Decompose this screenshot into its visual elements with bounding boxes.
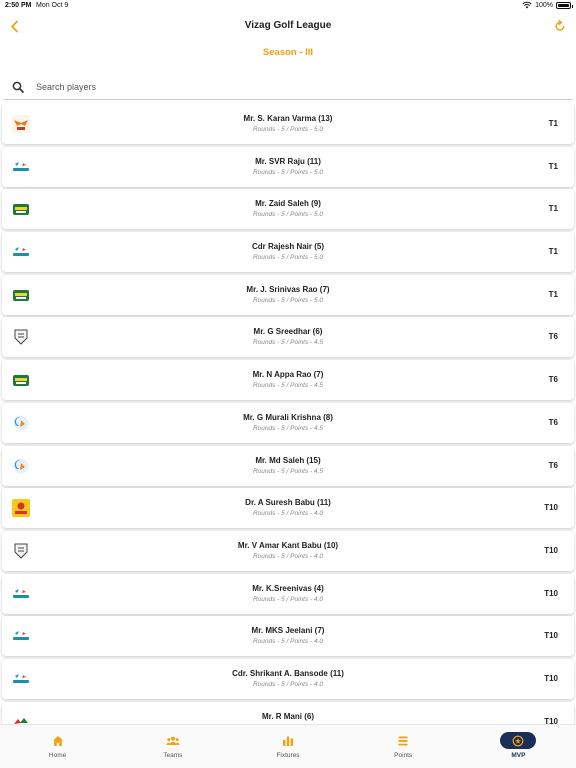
points-icon	[398, 736, 408, 746]
tab-home[interactable]: Home	[0, 725, 115, 768]
mvp-active-pill	[500, 732, 537, 749]
tab-fixtures-label: Fixtures	[276, 752, 300, 759]
tab-teams[interactable]: Teams	[115, 725, 230, 768]
player-stats: Rounds - 5 / Points - 4.0	[252, 638, 324, 646]
player-row[interactable]: Mr. K.Sreenivas (4) Rounds - 5 / Points -…	[2, 573, 574, 614]
tab-points[interactable]: Points	[346, 725, 461, 768]
player-stats: Rounds - 5 / Points - 4.0	[252, 595, 324, 603]
player-row[interactable]: Mr. Zaid Saleh (9) Rounds - 5 / Points - …	[2, 189, 574, 230]
tab-bar: Home Teams Fixtures Points MVP	[0, 724, 576, 768]
player-stats: Rounds - 5 / Points - 4.0	[252, 510, 324, 518]
player-name: Dr. A Suresh Babu (11)	[245, 498, 331, 508]
player-name: Mr. K.Sreenivas (4)	[252, 583, 324, 593]
tab-mvp-label: MVP	[511, 752, 526, 759]
player-name: Mr. R Mani (6)	[261, 711, 314, 721]
player-rank: T1	[548, 161, 558, 171]
status-right: 100%	[522, 1, 573, 9]
player-rank: T10	[544, 588, 558, 598]
player-row[interactable]: Mr. N Appa Rao (7) Rounds - 5 / Points - …	[2, 360, 574, 401]
battery-icon	[556, 1, 573, 9]
player-stats: Rounds - 5 / Points - 4.5	[252, 382, 324, 390]
player-name: Mr. Md Saleh (15)	[255, 455, 321, 465]
wifi-icon	[522, 1, 532, 9]
page-title: Vizag Golf League	[244, 20, 332, 31]
player-name: Mr. Zaid Saleh (9)	[255, 199, 321, 209]
player-row[interactable]: Mr. R Mani (6)Rounds - 5 / Points - 4.0T…	[2, 701, 574, 724]
player-stats: Rounds - 5 / Points - 5.0	[252, 296, 324, 304]
navigation-bar: Vizag Golf League	[0, 12, 576, 42]
player-row[interactable]: Mr. J. Srinivas Rao (7) Rounds - 5 / Poin…	[2, 274, 574, 315]
status-bar: 2:50 PM Mon Oct 9 100%	[0, 0, 576, 12]
player-row[interactable]: Mr. G Murali Krishna (8) Rounds - 5 / Poi…	[2, 402, 574, 443]
player-stats: Rounds - 5 / Points - 4.5	[252, 339, 324, 347]
player-list[interactable]: Mr. S. Karan Varma (13) Rounds - 5 / Poin…	[0, 104, 576, 724]
player-stats: Rounds - 5 / Points - 5.0	[252, 126, 324, 133]
teams-icon	[166, 736, 180, 745]
player-rank: T1	[548, 289, 558, 299]
tab-home-label: Home	[48, 752, 67, 759]
player-rank: T10	[544, 673, 558, 683]
player-name: Mr. SVR Raju (11)	[255, 156, 321, 166]
mvp-icon	[513, 735, 524, 746]
player-row[interactable]: Mr. SVR Raju (11) Rounds - 5 / Points - 5…	[2, 146, 574, 187]
player-row[interactable]: Mr. MKS Jeelani (7) Rounds - 5 / Points -…	[2, 616, 574, 657]
player-rank: T10	[544, 503, 558, 513]
player-rank: T1	[548, 119, 558, 128]
battery-percent: 100%	[535, 1, 553, 9]
player-name: Mr. J. Srinivas Rao (7)	[246, 284, 330, 294]
player-row[interactable]: Cdr. Shrikant A. Bansode (11) Rounds - 5 …	[2, 658, 574, 699]
player-stats: Rounds - 5 / Points - 5.0	[252, 211, 324, 219]
home-icon	[52, 736, 63, 746]
player-rank: T1	[548, 204, 558, 214]
status-time: 2:50 PM	[5, 2, 32, 9]
player-name: Mr. G Sreedhar (6)	[253, 327, 323, 337]
player-rank: T6	[548, 460, 558, 470]
tab-teams-label: Teams	[163, 752, 183, 759]
search-bar	[4, 74, 572, 100]
player-row[interactable]: Mr. Md Saleh (15) Rounds - 5 / Points - 4…	[2, 445, 574, 486]
player-stats: Rounds - 5 / Points - 4.0	[252, 552, 324, 560]
player-name: Mr. S. Karan Varma (13)	[243, 114, 333, 123]
player-name: Mr. V Amar Kant Babu (10)	[237, 540, 339, 550]
tab-points-label: Points	[394, 752, 413, 759]
player-rank: T10	[544, 631, 558, 641]
player-stats: Rounds - 5 / Points - 4.0	[252, 680, 324, 688]
player-rank: T6	[548, 375, 558, 385]
player-stats: Rounds - 5 / Points - 5.0	[252, 254, 324, 262]
player-stats: Rounds - 5 / Points - 4.5	[252, 424, 324, 432]
player-row[interactable]: Mr. G Sreedhar (6) Rounds - 5 / Points - …	[2, 317, 574, 358]
tab-mvp[interactable]: MVP	[461, 725, 576, 768]
player-row[interactable]: Mr. V Amar Kant Babu (10) Rounds - 5 / Po…	[2, 530, 574, 571]
player-stats: Rounds - 5 / Points - 5.0	[252, 168, 324, 176]
player-row[interactable]: Cdr Rajesh Nair (5) Rounds - 5 / Points -…	[2, 232, 574, 273]
player-name: Cdr Rajesh Nair (5)	[251, 242, 325, 252]
refresh-button[interactable]	[552, 17, 568, 35]
player-rank: T10	[544, 545, 558, 555]
player-row[interactable]: Dr. A Suresh Babu (11) Rounds - 5 / Point…	[2, 488, 574, 529]
status-date: Mon Oct 9	[36, 2, 69, 9]
player-name: Mr. N Appa Rao (7)	[252, 370, 324, 380]
player-name: Mr. MKS Jeelani (7)	[251, 626, 325, 636]
search-icon	[12, 81, 24, 93]
player-stats: Rounds - 5 / Points - 4.5	[252, 467, 324, 475]
player-name: Mr. G Murali Krishna (8)	[243, 412, 333, 422]
player-rank: T10	[544, 716, 558, 724]
tab-fixtures[interactable]: Fixtures	[230, 725, 345, 768]
season-title: Season - III	[262, 47, 314, 58]
player-row[interactable]: Mr. S. Karan Varma (13) Rounds - 5 / Poin…	[2, 104, 574, 144]
player-rank: T6	[548, 332, 558, 342]
search-input[interactable]	[36, 81, 536, 92]
player-rank: T1	[548, 247, 558, 257]
player-name: Cdr. Shrikant A. Bansode (11)	[232, 668, 344, 678]
player-rank: T6	[548, 417, 558, 427]
refresh-icon	[555, 20, 565, 31]
fixtures-icon	[283, 736, 293, 746]
